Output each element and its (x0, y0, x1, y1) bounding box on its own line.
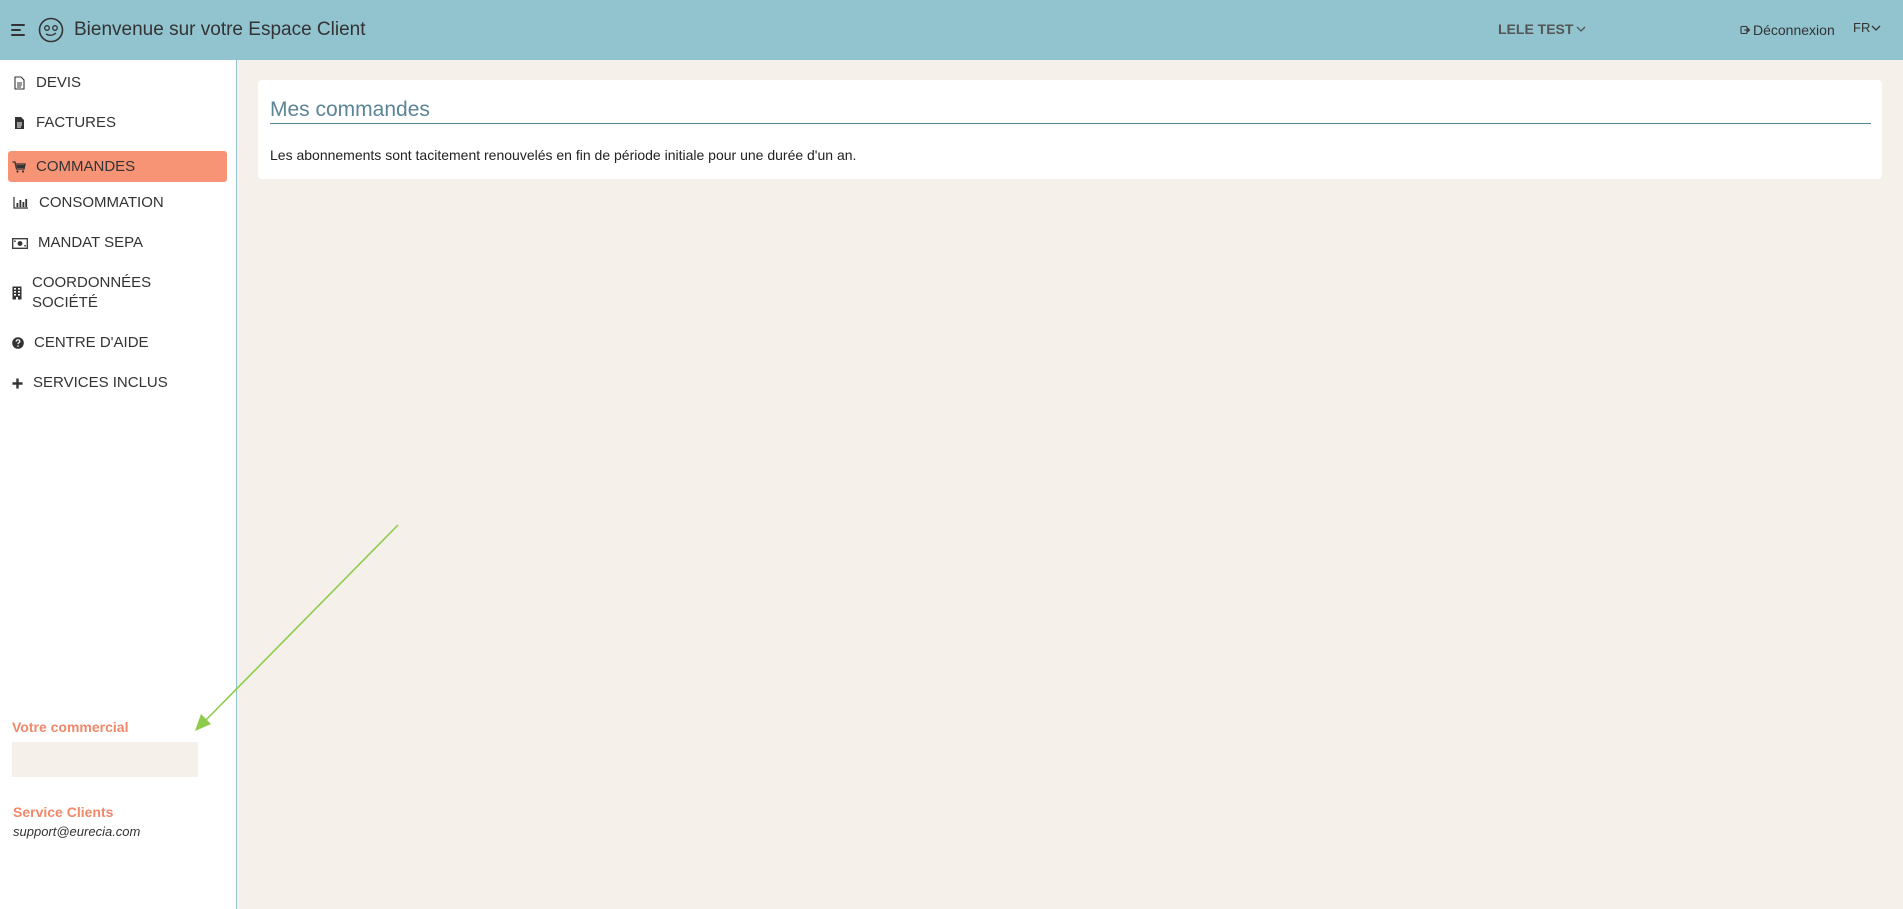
smiley-logo-icon (38, 17, 64, 43)
chevron-down-icon (1576, 26, 1586, 32)
sidebar-item-centre-aide[interactable]: CENTRE D'AIDE (8, 333, 227, 353)
language-selector[interactable]: FR (1853, 19, 1881, 37)
sidebar-item-label: COMMANDES (36, 157, 136, 175)
user-name: LELE TEST (1498, 21, 1574, 37)
logout-label: Déconnexion (1753, 22, 1835, 38)
sidebar-item-label: CENTRE D'AIDE (34, 334, 149, 351)
title-divider (270, 123, 1871, 124)
language-label: FR (1853, 20, 1871, 35)
plus-icon (12, 376, 23, 390)
document-icon (12, 76, 26, 90)
sidebar-item-mandat-sepa[interactable]: MANDAT SEPA (8, 233, 227, 253)
sidebar-item-commandes[interactable]: COMMANDES (8, 151, 227, 182)
logout-button[interactable]: Déconnexion (1740, 21, 1835, 39)
commercial-info-box (12, 742, 198, 777)
chevron-down-icon (1871, 25, 1881, 31)
sidebar-item-label: COORDONNÉES (32, 274, 152, 291)
sidebar-item-coordonnees-societe[interactable]: COORDONNÉES SOCIÉTÉ (8, 273, 227, 313)
support-email-link[interactable]: support@eurecia.com (13, 823, 140, 841)
sidebar-item-label: FACTURES (36, 114, 117, 131)
cart-icon (12, 160, 26, 174)
invoice-icon (12, 116, 26, 130)
page-title: Bienvenue sur votre Espace Client (74, 19, 366, 40)
sidebar-item-factures[interactable]: FACTURES (8, 113, 227, 133)
sidebar-item-label: SOCIÉTÉ (32, 294, 98, 311)
money-icon (12, 236, 28, 250)
question-circle-icon (12, 336, 24, 350)
renewal-notice: Les abonnements sont tacitement renouvel… (270, 147, 857, 163)
sidebar-item-label: SERVICES INCLUS (33, 374, 168, 391)
building-icon (12, 286, 22, 300)
hamburger-menu-icon[interactable] (11, 20, 27, 40)
bar-chart-icon (12, 196, 29, 210)
sidebar: DEVIS FACTURES COMMANDES CONSOMMATION MA… (0, 60, 237, 909)
sidebar-item-label: MANDAT SEPA (38, 234, 144, 251)
user-menu-dropdown[interactable]: LELE TEST (1498, 20, 1586, 38)
section-title: Mes commandes (270, 98, 430, 121)
top-header: Bienvenue sur votre Espace Client LELE T… (0, 0, 1903, 60)
sidebar-item-label: DEVIS (36, 74, 82, 91)
orders-card: Mes commandes Les abonnements sont tacit… (258, 80, 1882, 179)
service-clients-label: Service Clients (13, 804, 114, 820)
sidebar-item-devis[interactable]: DEVIS (8, 73, 227, 93)
sidebar-item-consommation[interactable]: CONSOMMATION (8, 193, 227, 213)
sidebar-item-services-inclus[interactable]: SERVICES INCLUS (8, 373, 227, 393)
sidebar-item-label-multiline: COORDONNÉES SOCIÉTÉ (32, 273, 151, 313)
commercial-label: Votre commercial (12, 719, 129, 735)
sidebar-item-label: CONSOMMATION (39, 194, 164, 211)
logout-icon (1740, 25, 1750, 35)
